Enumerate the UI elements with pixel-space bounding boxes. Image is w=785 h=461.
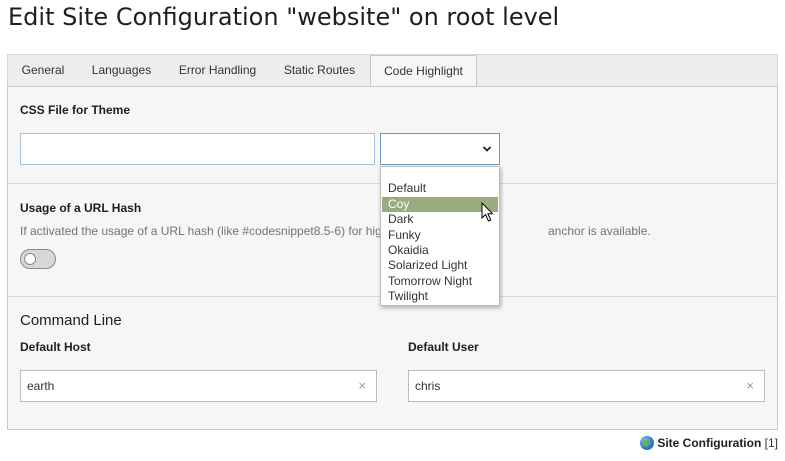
dropdown-option-funky[interactable]: Funky <box>382 228 498 243</box>
dropdown-option-default[interactable]: Default <box>382 181 498 196</box>
footer-count: [1] <box>764 436 778 450</box>
tab-static-routes[interactable]: Static Routes <box>270 55 369 86</box>
dropdown-option-okaidia[interactable]: Okaidia <box>382 243 498 258</box>
footer-breadcrumb: Site Configuration [1] <box>639 436 778 450</box>
tab-bar: General Languages Error Handling Static … <box>7 54 778 87</box>
css-file-label: CSS File for Theme <box>20 103 131 117</box>
chevron-down-icon <box>482 146 492 152</box>
default-user-label: Default User <box>408 340 479 354</box>
footer-label[interactable]: Site Configuration <box>657 436 761 450</box>
theme-dropdown-list: Default Coy Dark Funky Okaidia Solarized… <box>380 166 500 306</box>
dropdown-option-solarized-light[interactable]: Solarized Light <box>382 258 498 273</box>
url-hash-description-end: anchor is available. <box>548 224 651 238</box>
tab-general[interactable]: General <box>8 55 78 86</box>
default-host-value: earth <box>27 379 55 393</box>
css-file-input[interactable] <box>20 133 375 165</box>
url-hash-description: If activated the usage of a URL hash (li… <box>20 224 382 238</box>
tab-languages[interactable]: Languages <box>78 55 165 86</box>
page-title: Edit Site Configuration "website" on roo… <box>8 3 560 31</box>
mouse-pointer-icon <box>481 202 494 222</box>
tab-error-handling[interactable]: Error Handling <box>165 55 270 86</box>
dropdown-option-twilight[interactable]: Twilight <box>382 289 498 304</box>
default-user-value: chris <box>415 379 441 393</box>
theme-select[interactable] <box>380 133 500 165</box>
default-host-input[interactable]: earth × <box>20 370 377 402</box>
clear-icon[interactable]: × <box>746 371 754 401</box>
globe-icon <box>639 436 654 450</box>
url-hash-label: Usage of a URL Hash <box>20 201 142 215</box>
dropdown-option-tomorrow-night[interactable]: Tomorrow Night <box>382 274 498 289</box>
default-user-input[interactable]: chris × <box>408 370 765 402</box>
toggle-knob <box>24 253 36 265</box>
clear-icon[interactable]: × <box>358 371 366 401</box>
default-host-label: Default Host <box>20 340 91 354</box>
command-line-heading: Command Line <box>20 312 122 329</box>
tab-code-highlight[interactable]: Code Highlight <box>370 55 477 87</box>
url-hash-toggle[interactable] <box>20 249 56 269</box>
